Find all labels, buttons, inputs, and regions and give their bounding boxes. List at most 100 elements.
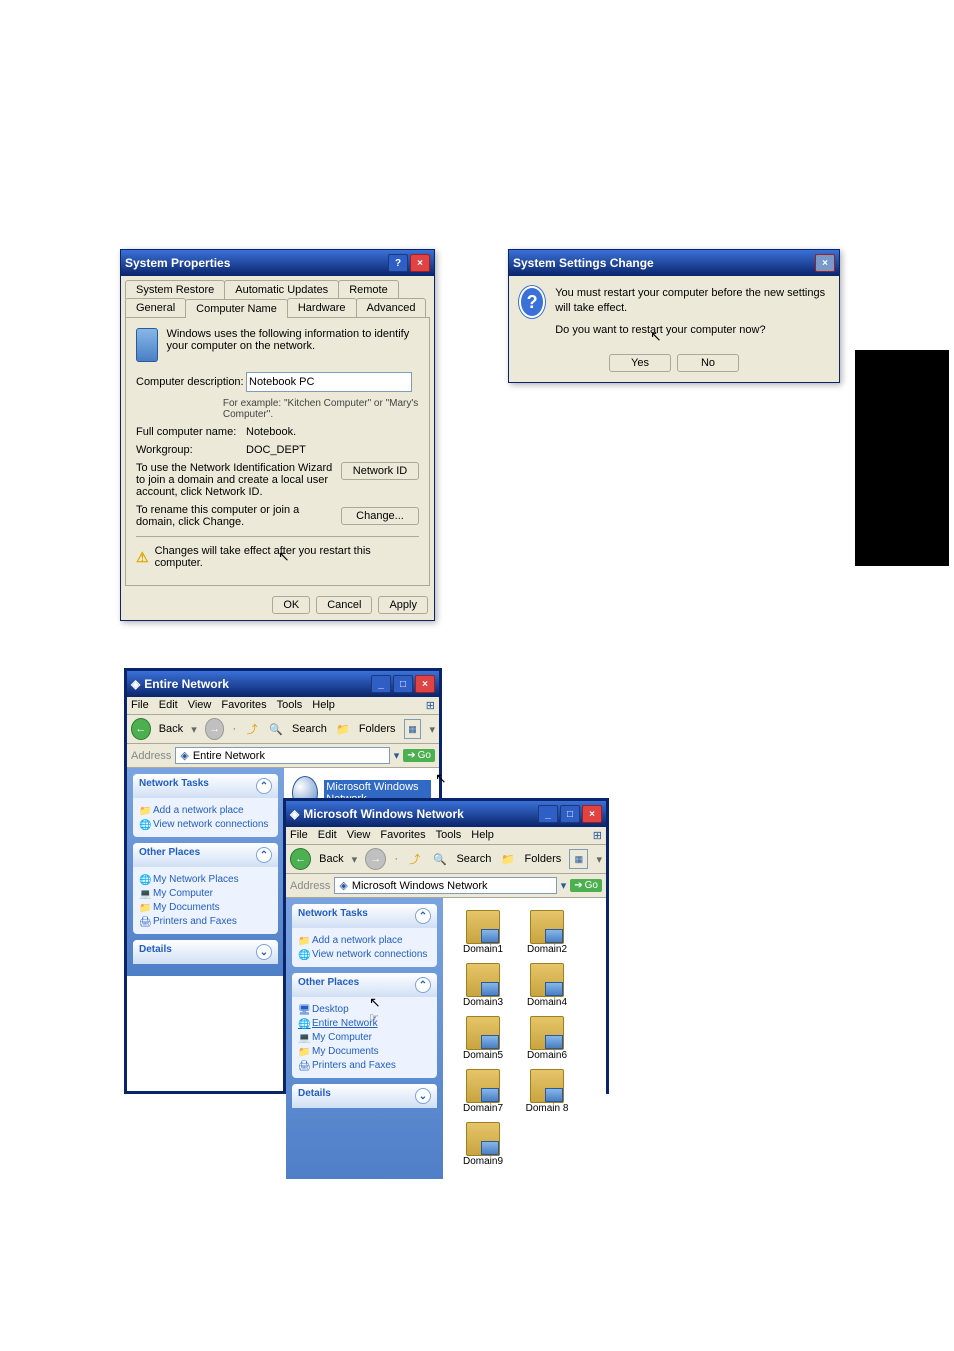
folders-label[interactable]: Folders: [359, 723, 396, 735]
go-button[interactable]: ➔ Go: [570, 879, 602, 892]
cancel-button[interactable]: Cancel: [316, 596, 372, 614]
chevron-up-icon[interactable]: ⌃: [415, 908, 431, 924]
window-title: Entire Network: [144, 677, 229, 691]
addressbar: Address ◈Entire Network ▾ ➔ Go: [127, 744, 439, 768]
close-icon[interactable]: ×: [815, 254, 835, 272]
tab-computer-name[interactable]: Computer Name: [185, 299, 288, 318]
tab-system-restore[interactable]: System Restore: [125, 280, 225, 299]
apply-button[interactable]: Apply: [378, 596, 428, 614]
netid-text: To use the Network Identification Wizard…: [136, 462, 341, 498]
menu-tools[interactable]: Tools: [277, 699, 303, 712]
help-icon[interactable]: ?: [388, 254, 408, 272]
printers-link[interactable]: 🖨Printers and Faxes: [139, 916, 272, 927]
change-button[interactable]: Change...: [341, 507, 419, 525]
chevron-up-icon[interactable]: ⌃: [256, 778, 272, 794]
network-id-button[interactable]: Network ID: [341, 462, 419, 480]
titlebar: ◈Entire Network _ □ ×: [127, 671, 439, 697]
domain-icon: [530, 910, 564, 944]
folders-label[interactable]: Folders: [525, 853, 562, 865]
domain-item[interactable]: Domain5: [455, 1016, 511, 1061]
titlebar: System Settings Change ×: [509, 250, 839, 276]
yes-button[interactable]: Yes: [609, 354, 671, 372]
printers-link[interactable]: 🖨Printers and Faxes: [298, 1060, 431, 1071]
menu-file[interactable]: File: [290, 829, 308, 842]
domain-icon: [530, 1069, 564, 1103]
tab-general[interactable]: General: [125, 298, 186, 317]
domain-item[interactable]: Domain6: [519, 1016, 575, 1061]
forward-button[interactable]: →: [365, 848, 386, 870]
tab-advanced[interactable]: Advanced: [356, 298, 427, 317]
add-network-place-link[interactable]: 📁Add a network place: [139, 805, 272, 816]
search-label[interactable]: Search: [292, 723, 327, 735]
warning-icon: ⚠: [136, 549, 149, 566]
desktop-link[interactable]: 🖥Desktop: [298, 1004, 431, 1015]
my-documents-link[interactable]: 📁My Documents: [298, 1046, 431, 1057]
tab-hardware[interactable]: Hardware: [287, 298, 357, 317]
chevron-down-icon[interactable]: ⌄: [256, 944, 272, 960]
up-icon[interactable]: ⤴: [406, 850, 423, 868]
titlebar: System Properties ? ×: [121, 250, 434, 276]
workgroup-label: Workgroup:: [136, 444, 246, 456]
back-button[interactable]: ←: [131, 718, 151, 740]
sidebar: Network Tasks⌃ 📁Add a network place 🌐Vie…: [127, 768, 284, 976]
up-icon[interactable]: ⤴: [244, 720, 260, 738]
chevron-up-icon[interactable]: ⌃: [256, 847, 272, 863]
address-field[interactable]: ◈Entire Network: [175, 747, 389, 764]
menu-tools[interactable]: Tools: [436, 829, 462, 842]
windows-flag-icon: ⊞: [426, 699, 435, 712]
my-computer-link[interactable]: 💻My Computer: [139, 888, 272, 899]
fullname-value: Notebook.: [246, 426, 419, 438]
views-icon[interactable]: ▦: [404, 719, 422, 739]
domain-item[interactable]: Domain3: [455, 963, 511, 1008]
view-connections-link[interactable]: 🌐View network connections: [298, 949, 431, 960]
chevron-down-icon[interactable]: ⌄: [415, 1088, 431, 1104]
minimize-icon[interactable]: _: [538, 805, 558, 823]
window-title: System Properties: [125, 256, 230, 270]
domain-item[interactable]: Domain2: [519, 910, 575, 955]
menu-view[interactable]: View: [188, 699, 212, 712]
no-button[interactable]: No: [677, 354, 739, 372]
menu-view[interactable]: View: [347, 829, 371, 842]
domain-item[interactable]: Domain7: [455, 1069, 511, 1114]
menu-edit[interactable]: Edit: [318, 829, 337, 842]
close-icon[interactable]: ×: [415, 675, 435, 693]
views-icon[interactable]: ▦: [569, 849, 588, 869]
domain-item[interactable]: Domain 8: [519, 1069, 575, 1114]
search-icon[interactable]: 🔍: [268, 720, 284, 738]
folders-icon[interactable]: 📁: [335, 720, 351, 738]
close-icon[interactable]: ×: [410, 254, 430, 272]
tab-auto-updates[interactable]: Automatic Updates: [224, 280, 339, 299]
search-label[interactable]: Search: [456, 853, 491, 865]
my-network-places-link[interactable]: 🌐My Network Places: [139, 874, 272, 885]
entire-network-link[interactable]: 🌐Entire Network: [298, 1018, 431, 1029]
computer-description-input[interactable]: [246, 372, 412, 392]
address-field[interactable]: ◈Microsoft Windows Network: [334, 877, 556, 894]
domain-item[interactable]: Domain4: [519, 963, 575, 1008]
chevron-up-icon[interactable]: ⌃: [415, 977, 431, 993]
ok-button[interactable]: OK: [272, 596, 310, 614]
forward-button[interactable]: →: [205, 718, 225, 740]
menu-edit[interactable]: Edit: [159, 699, 178, 712]
my-computer-link[interactable]: 💻My Computer: [298, 1032, 431, 1043]
menu-file[interactable]: File: [131, 699, 149, 712]
folders-icon[interactable]: 📁: [499, 850, 516, 868]
menu-help[interactable]: Help: [312, 699, 335, 712]
add-network-place-link[interactable]: 📁Add a network place: [298, 935, 431, 946]
back-button[interactable]: ←: [290, 848, 311, 870]
search-icon[interactable]: 🔍: [431, 850, 448, 868]
go-button[interactable]: ➔ Go: [403, 749, 435, 762]
window-title: Microsoft Windows Network: [303, 807, 464, 821]
domain-item[interactable]: Domain9: [455, 1122, 511, 1167]
maximize-icon[interactable]: □: [560, 805, 580, 823]
tab-remote[interactable]: Remote: [338, 280, 399, 299]
view-connections-link[interactable]: 🌐View network connections: [139, 819, 272, 830]
my-documents-link[interactable]: 📁My Documents: [139, 902, 272, 913]
menubar: File Edit View Favorites Tools Help ⊞: [127, 697, 439, 715]
menu-help[interactable]: Help: [471, 829, 494, 842]
close-icon[interactable]: ×: [582, 805, 602, 823]
maximize-icon[interactable]: □: [393, 675, 413, 693]
menu-favorites[interactable]: Favorites: [380, 829, 425, 842]
menu-favorites[interactable]: Favorites: [221, 699, 266, 712]
domain-item[interactable]: Domain1: [455, 910, 511, 955]
minimize-icon[interactable]: _: [371, 675, 391, 693]
